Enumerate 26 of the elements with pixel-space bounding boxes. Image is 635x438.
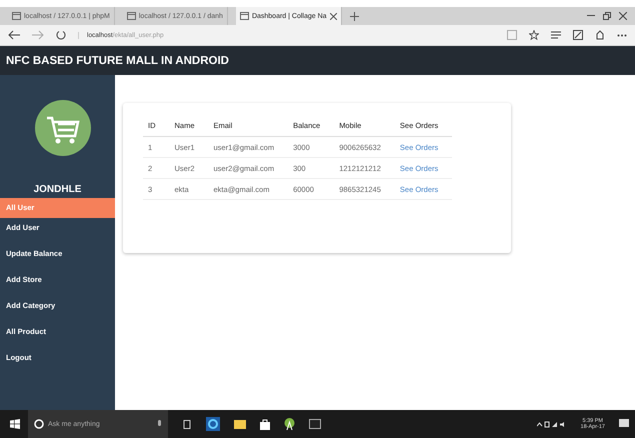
more-icon[interactable] <box>617 34 627 36</box>
new-tab-icon[interactable] <box>350 12 359 20</box>
circle-icon <box>34 419 44 429</box>
minimize-icon[interactable] <box>587 15 595 17</box>
task-view-icon[interactable] <box>182 420 192 428</box>
page-icon <box>126 12 136 20</box>
page-icon <box>12 12 21 20</box>
back-arrow-icon[interactable] <box>8 30 20 40</box>
close-icon[interactable] <box>619 12 627 20</box>
close-icon[interactable] <box>330 12 337 20</box>
pen-icon[interactable] <box>573 30 583 40</box>
notification-icon[interactable] <box>619 419 629 429</box>
windows-logo-icon[interactable] <box>10 419 20 429</box>
microphone-icon[interactable] <box>157 420 162 428</box>
system-tray-icons[interactable] <box>536 420 567 428</box>
hub-icon[interactable] <box>551 31 561 39</box>
cart-icon <box>35 100 91 156</box>
shopping-bag-icon[interactable] <box>260 418 270 430</box>
app-title: NFC BASED FUTURE MALL IN ANDROID <box>6 54 229 66</box>
restore-icon[interactable] <box>603 12 611 20</box>
terminal-icon[interactable] <box>309 419 321 429</box>
page-icon <box>240 12 249 20</box>
refresh-icon[interactable] <box>56 30 66 40</box>
star-icon[interactable] <box>529 30 539 40</box>
user-name: JONDHLE <box>32 184 82 195</box>
folder-icon[interactable] <box>234 419 246 429</box>
